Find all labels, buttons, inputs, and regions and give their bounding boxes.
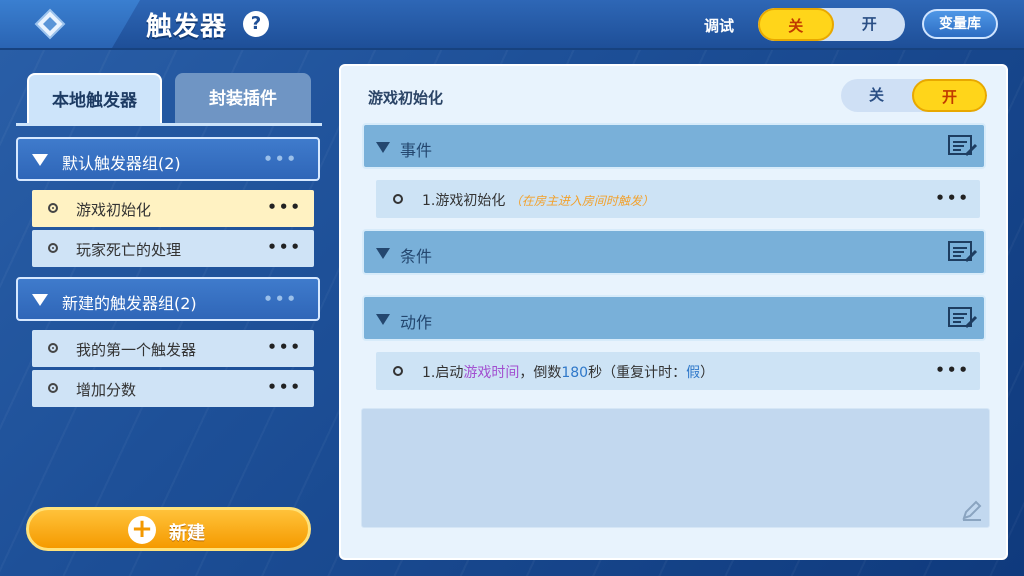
event-hint: （在房主进入房间时触发） [509, 194, 654, 208]
collapse-triangle-icon [32, 154, 48, 166]
trigger-item-label: 玩家死亡的处理 [76, 241, 182, 259]
debug-on-option[interactable]: 开 [834, 8, 906, 41]
more-icon[interactable]: ••• [267, 378, 302, 396]
radio-icon [48, 243, 58, 253]
radio-icon [393, 366, 403, 376]
trigger-name: 游戏初始化 [368, 89, 444, 107]
pencil-icon[interactable] [961, 499, 983, 521]
event-text: 1.游戏初始化 （在房主进入房间时触发） [422, 193, 654, 209]
collapse-triangle-icon [376, 248, 390, 259]
trigger-group-default[interactable]: 默认触发器组(2) ••• [16, 137, 320, 181]
trigger-enable-toggle[interactable]: 关 开 [841, 79, 987, 112]
trigger-item-label: 增加分数 [76, 381, 137, 399]
back-logo[interactable] [0, 0, 140, 48]
section-label: 动作 [400, 313, 433, 332]
more-icon[interactable]: ••• [267, 198, 302, 216]
variable-library-button[interactable]: 变量库 [922, 9, 998, 39]
event-row[interactable]: 1.游戏初始化 （在房主进入房间时触发） ••• [376, 180, 980, 218]
radio-icon [48, 203, 58, 213]
header-bar: 触发器 ? 调试 关 开 变量库 [0, 0, 1024, 50]
tab-local-triggers[interactable]: 本地触发器 [27, 73, 162, 123]
debug-label: 调试 [704, 17, 735, 35]
tab-underline [16, 123, 322, 126]
more-icon[interactable]: ••• [935, 189, 970, 207]
help-icon[interactable]: ? [243, 11, 269, 37]
group-label: 默认触发器组(2) [62, 154, 181, 173]
radio-icon [393, 194, 403, 204]
collapse-triangle-icon [32, 294, 48, 306]
collapse-triangle-icon [376, 314, 390, 325]
trigger-item[interactable]: 游戏初始化 ••• [32, 190, 314, 227]
radio-icon [48, 383, 58, 393]
page-title: 触发器 [146, 12, 228, 42]
events-section-header[interactable]: 事件 [362, 123, 986, 169]
new-trigger-button[interactable]: + 新建 [26, 507, 311, 551]
edit-list-icon[interactable] [948, 134, 978, 158]
trigger-group-new[interactable]: 新建的触发器组(2) ••• [16, 277, 320, 321]
action-text: 1.启动游戏时间，倒数180秒（重复计时：假） [422, 365, 715, 381]
more-icon[interactable]: ••• [263, 290, 298, 308]
more-icon[interactable]: ••• [263, 150, 298, 168]
trigger-item[interactable]: 我的第一个触发器 ••• [32, 330, 314, 367]
edit-list-icon[interactable] [948, 306, 978, 330]
collapse-triangle-icon [376, 142, 390, 153]
new-button-label: 新建 [169, 523, 205, 544]
trigger-on-option[interactable]: 开 [912, 79, 987, 112]
tab-plugins[interactable]: 封装插件 [175, 73, 311, 123]
trigger-item[interactable]: 增加分数 ••• [32, 370, 314, 407]
trigger-item-label: 游戏初始化 [76, 201, 152, 219]
plus-icon: + [128, 516, 156, 544]
more-icon[interactable]: ••• [267, 338, 302, 356]
group-label: 新建的触发器组(2) [62, 294, 197, 313]
more-icon[interactable]: ••• [267, 238, 302, 256]
actions-section-header[interactable]: 动作 [362, 295, 986, 341]
section-label: 事件 [400, 141, 433, 160]
radio-icon [48, 343, 58, 353]
trigger-editor-panel: 游戏初始化 关 开 事件 1.游戏初始化 （在房主进入房间时触发） ••• 条件 [339, 64, 1008, 560]
action-row[interactable]: 1.启动游戏时间，倒数180秒（重复计时：假） ••• [376, 352, 980, 390]
trigger-off-option[interactable]: 关 [841, 79, 912, 112]
edit-list-icon[interactable] [948, 240, 978, 264]
debug-off-option[interactable]: 关 [758, 8, 834, 41]
more-icon[interactable]: ••• [935, 361, 970, 379]
trigger-item[interactable]: 玩家死亡的处理 ••• [32, 230, 314, 267]
section-label: 条件 [400, 247, 433, 266]
logo-icon [34, 8, 66, 40]
notes-area[interactable] [361, 408, 990, 528]
debug-toggle[interactable]: 关 开 [758, 8, 905, 41]
conditions-section-header[interactable]: 条件 [362, 229, 986, 275]
trigger-item-label: 我的第一个触发器 [76, 341, 197, 359]
